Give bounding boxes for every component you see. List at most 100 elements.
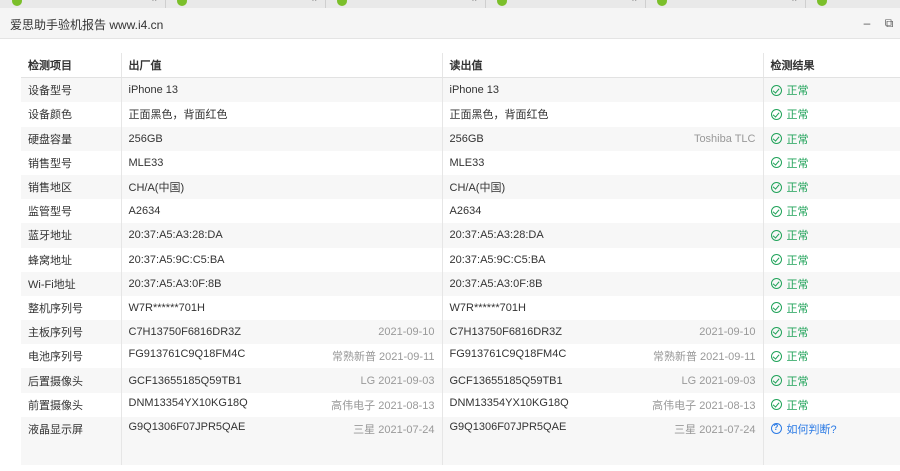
factory-cell: iPhone 13 [121, 77, 443, 103]
result-cell: 正常 [763, 392, 900, 417]
result-label: 正常 [786, 375, 809, 388]
table-header-row: 检测项目 出厂值 读出值 检测结果 [21, 53, 900, 79]
result-status: 正常 [770, 203, 893, 219]
report-window: 爱思助手验机报告 www.i4.cn – ⧉ 检测项目 出厂值 读出值 检测结果… [0, 8, 900, 471]
read-cell: 20:37:A5:A3:0F:8B [442, 271, 764, 296]
minimize-icon[interactable]: – [856, 8, 878, 38]
tab-close-icon[interactable]: × [472, 0, 477, 4]
item-name: 主板序列号 [21, 320, 122, 345]
table-row: 设备型号 iPhone 13 iPhone 13 正常 [21, 77, 900, 103]
factory-value: FG913761C9Q18FM4C [128, 348, 246, 361]
column-header-result: 检测结果 [763, 53, 900, 79]
result-cell: 正常 [763, 344, 900, 369]
item-name: Wi-Fi地址 [21, 271, 122, 296]
result-status: 正常 [770, 348, 893, 364]
factory-cell: C7H13750F6816DR3Z 2021-09-10 [121, 320, 443, 345]
read-cell: CH/A(中国) [442, 174, 764, 200]
factory-cell: 20:37:A5:9C:C5:BA [121, 247, 443, 272]
window-controls: – ⧉ [856, 8, 900, 38]
factory-meta: 2021-09-10 [378, 326, 435, 339]
tab-favicon-icon [12, 0, 22, 6]
check-circle-icon [770, 157, 782, 169]
how-to-judge-link[interactable]: ? 如何判断? [770, 421, 893, 437]
factory-value: 20:37:A5:A3:0F:8B [128, 277, 222, 290]
window-title: 爱思助手验机报告 www.i4.cn [10, 18, 164, 32]
column-header-factory: 出厂值 [121, 53, 443, 79]
factory-cell: 256GB [121, 126, 443, 151]
result-status: 正常 [770, 106, 893, 122]
background-tab[interactable] [805, 0, 900, 8]
tab-close-icon[interactable]: × [312, 0, 317, 4]
read-meta: Toshiba TLC [693, 132, 756, 145]
table-row: 监管型号 A2634 A2634 正常 [21, 199, 900, 224]
tab-close-icon[interactable]: × [152, 0, 157, 4]
read-meta: 2021-09-10 [699, 326, 756, 339]
check-circle-icon [770, 84, 782, 96]
table-row: 销售型号 MLE33 MLE33 正常 [21, 150, 900, 175]
factory-cell: W7R******701H [121, 295, 443, 321]
read-cell: 20:37:A5:A3:28:DA [442, 223, 764, 248]
factory-value: 20:37:A5:A3:28:DA [128, 229, 223, 242]
factory-value: G9Q1306F07JPR5QAE [128, 420, 246, 433]
result-cell: 正常 [763, 150, 900, 175]
tab-close-icon[interactable]: × [792, 0, 797, 4]
result-label: 正常 [786, 302, 809, 315]
background-tab[interactable]: × [165, 0, 326, 8]
result-label: 正常 [786, 85, 809, 98]
result-cell: 正常 [763, 102, 900, 127]
read-value: FG913761C9Q18FM4C [449, 348, 567, 361]
result-cell: 正常 [763, 174, 900, 200]
item-name: 后置摄像头 [21, 368, 122, 393]
item-name: 整机序列号 [21, 295, 122, 321]
table-row: 后置摄像头 GCF13655185Q59TB1 LG 2021-09-03 GC… [21, 368, 900, 393]
factory-meta: LG 2021-09-03 [360, 374, 435, 387]
empty-row [21, 441, 900, 465]
item-name: 设备型号 [21, 77, 122, 103]
result-label: 正常 [786, 230, 809, 243]
table-row: 销售地区 CH/A(中国) CH/A(中国) 正常 [21, 174, 900, 200]
check-circle-icon [770, 108, 782, 120]
factory-value: A2634 [128, 205, 161, 218]
factory-meta: 常熟新普 2021-09-11 [331, 351, 435, 364]
result-label: 正常 [786, 109, 809, 122]
background-tab[interactable]: × [645, 0, 806, 8]
read-cell: MLE33 [442, 150, 764, 175]
restore-icon[interactable]: ⧉ [878, 8, 900, 38]
table-row: 主板序列号 C7H13750F6816DR3Z 2021-09-10 C7H13… [21, 320, 900, 345]
factory-meta: 三星 2021-07-24 [353, 423, 435, 436]
result-label: 正常 [786, 157, 809, 170]
item-name: 硬盘容量 [21, 126, 122, 151]
result-label: 如何判断? [786, 423, 837, 436]
result-label: 正常 [786, 399, 809, 412]
tab-favicon-icon [817, 0, 827, 6]
factory-cell: MLE33 [121, 150, 443, 175]
read-value: G9Q1306F07JPR5QAE [449, 420, 567, 433]
background-tab[interactable]: × [325, 0, 486, 8]
check-circle-icon [770, 302, 782, 314]
factory-cell: 20:37:A5:A3:28:DA [121, 223, 443, 248]
background-tab[interactable]: × [485, 0, 646, 8]
check-circle-icon [770, 350, 782, 362]
read-cell: GCF13655185Q59TB1 LG 2021-09-03 [442, 368, 764, 393]
result-label: 正常 [786, 327, 809, 340]
result-label: 正常 [786, 182, 809, 195]
read-value: DNM13354YX10KG18Q [449, 396, 569, 409]
factory-cell: CH/A(中国) [121, 174, 443, 200]
result-status: 正常 [770, 131, 893, 147]
item-name: 前置摄像头 [21, 392, 122, 417]
read-value: 256GB [449, 132, 484, 145]
factory-cell: G9Q1306F07JPR5QAE 三星 2021-07-24 [121, 416, 443, 441]
result-label: 正常 [786, 206, 809, 219]
background-tab[interactable]: × [0, 0, 166, 8]
result-status: 正常 [770, 276, 893, 292]
read-cell: FG913761C9Q18FM4C 常熟新普 2021-09-11 [442, 344, 764, 369]
factory-cell: A2634 [121, 199, 443, 224]
tab-close-icon[interactable]: × [632, 0, 637, 4]
table-row: 前置摄像头 DNM13354YX10KG18Q 高伟电子 2021-08-13 … [21, 392, 900, 417]
result-label: 正常 [786, 351, 809, 364]
result-status: 正常 [770, 300, 893, 316]
read-meta: LG 2021-09-03 [681, 374, 756, 387]
item-name: 蜂窝地址 [21, 247, 122, 272]
read-cell: W7R******701H [442, 295, 764, 321]
result-status: 正常 [770, 155, 893, 171]
